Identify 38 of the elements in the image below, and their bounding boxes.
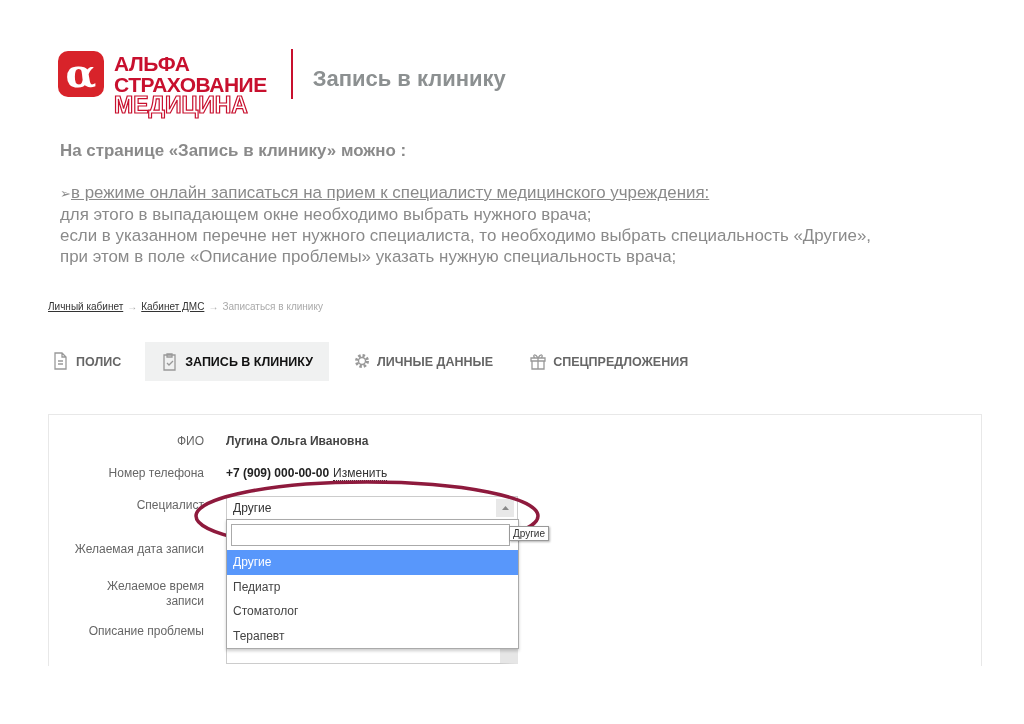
tooltip: Другие (509, 526, 550, 541)
field-label: Желаемая дата записи (74, 542, 204, 557)
dropdown-option[interactable]: Педиатр (227, 574, 518, 599)
breadcrumb-link[interactable]: Кабинет ДМС (141, 301, 205, 312)
field-label: Специалист (136, 498, 204, 513)
bullet-marker: ➢ (60, 186, 71, 201)
tab[interactable]: СПЕЦПРЕДЛОЖЕНИЯ (517, 342, 701, 381)
tab[interactable]: ЗАПИСЬ В КЛИНИКУ (145, 342, 329, 381)
logo-text: СТРАХОВАНИЕ (114, 73, 267, 95)
logo-text: АЛЬФА (114, 52, 191, 74)
instruction-line: при этом в поле «Описание проблемы» указать нужную специальность врача; (60, 247, 677, 266)
instruction-line: если в указанном перечне нет нужного специалиста, то необходимо выбрать специальность «Другие», (60, 226, 872, 245)
phone-number: +7 (909) 000-00-00 (226, 466, 330, 480)
field-label: Номер телефона (108, 466, 204, 481)
breadcrumb-link[interactable]: Личный кабинет (48, 301, 124, 312)
document-icon (52, 352, 70, 371)
breadcrumb-separator: → (208, 301, 219, 312)
dropdown-option[interactable]: Терапевт (227, 623, 518, 648)
specialist-select[interactable]: Другие (226, 496, 518, 520)
intro-heading: На странице «Запись в клинику» можно : (60, 140, 408, 161)
field-label: Описание проблемы (88, 624, 204, 639)
instruction-line: в режиме онлайн записаться на прием к специалисту медицинского учреждения: (71, 183, 710, 202)
caret-icon (501, 506, 509, 510)
breadcrumb-separator: → (127, 301, 138, 312)
tab[interactable]: ПОЛИС (40, 342, 134, 381)
logo-mark: α (58, 51, 104, 97)
dropdown-option[interactable]: Стоматолог (227, 599, 518, 624)
gift-icon (529, 352, 548, 371)
tab[interactable]: ЛИЧНЫЕ ДАННЫЕ (340, 342, 506, 381)
instruction-line: для этого в выпадающем окне необходимо выбрать нужного врача; (60, 205, 592, 224)
page-title: Запись в клинику (312, 66, 506, 92)
search-field[interactable] (231, 524, 510, 546)
field-label: Желаемое время записи (106, 579, 204, 609)
settings-icon (352, 352, 371, 371)
field-label: ФИО (176, 434, 204, 449)
breadcrumb-text: Записаться в клинику (222, 301, 323, 312)
field-value: Лугина Ольга Ивановна (226, 434, 369, 448)
change-link[interactable]: Изменить (333, 466, 388, 481)
